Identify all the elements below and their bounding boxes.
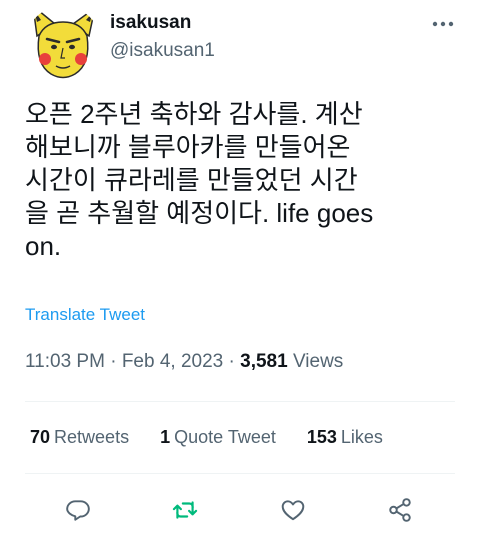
translate-tweet-link[interactable]: Translate Tweet — [25, 305, 145, 325]
avatar-image — [32, 6, 97, 79]
likes-stat[interactable]: 153 Likes — [307, 427, 383, 448]
reply-button[interactable] — [58, 490, 98, 530]
user-name[interactable]: isakusan — [110, 12, 191, 34]
divider — [25, 473, 455, 474]
quotes-count: 1 — [160, 427, 171, 447]
meta-separator: · — [110, 351, 117, 372]
retweet-icon — [172, 501, 198, 519]
views-label: Views — [292, 351, 344, 372]
likes-label: Likes — [340, 427, 383, 447]
quotes-label: Quote Tweet — [174, 427, 276, 447]
avatar[interactable] — [25, 6, 101, 82]
retweets-count: 70 — [30, 427, 51, 447]
more-options-button[interactable] — [428, 12, 458, 36]
more-horizontal-icon — [432, 21, 454, 27]
share-button[interactable] — [380, 490, 420, 530]
retweets-stat[interactable]: 70 Retweets — [30, 427, 129, 448]
user-handle[interactable]: @isakusan1 — [110, 40, 215, 62]
tweet-text: 오픈 2주년 축하와 감사를. 계산 해보니까 블루아카를 만들어온 시간이 큐… — [25, 99, 374, 261]
reply-icon — [66, 500, 90, 521]
retweets-label: Retweets — [54, 427, 130, 447]
quotes-stat[interactable]: 1 Quote Tweet — [160, 427, 276, 448]
likes-count: 153 — [306, 427, 337, 447]
retweet-button[interactable] — [165, 490, 205, 530]
tweet-metadata: 11:03 PM · Feb 4, 2023 · 3,581 Views — [25, 351, 343, 373]
views-count: 3,581 — [240, 351, 288, 372]
tweet-actions — [0, 490, 480, 530]
tweet-header: isakusan @isakusan1 — [0, 0, 480, 90]
share-icon — [389, 498, 411, 522]
divider — [25, 401, 455, 402]
like-button[interactable] — [273, 490, 313, 530]
tweet-date[interactable]: Feb 4, 2023 — [122, 351, 223, 372]
tweet-stats: 70 Retweets 1 Quote Tweet 153 Likes — [30, 427, 409, 451]
heart-icon — [281, 500, 305, 521]
tweet-time[interactable]: 11:03 PM — [25, 351, 105, 372]
meta-separator: · — [228, 351, 235, 372]
